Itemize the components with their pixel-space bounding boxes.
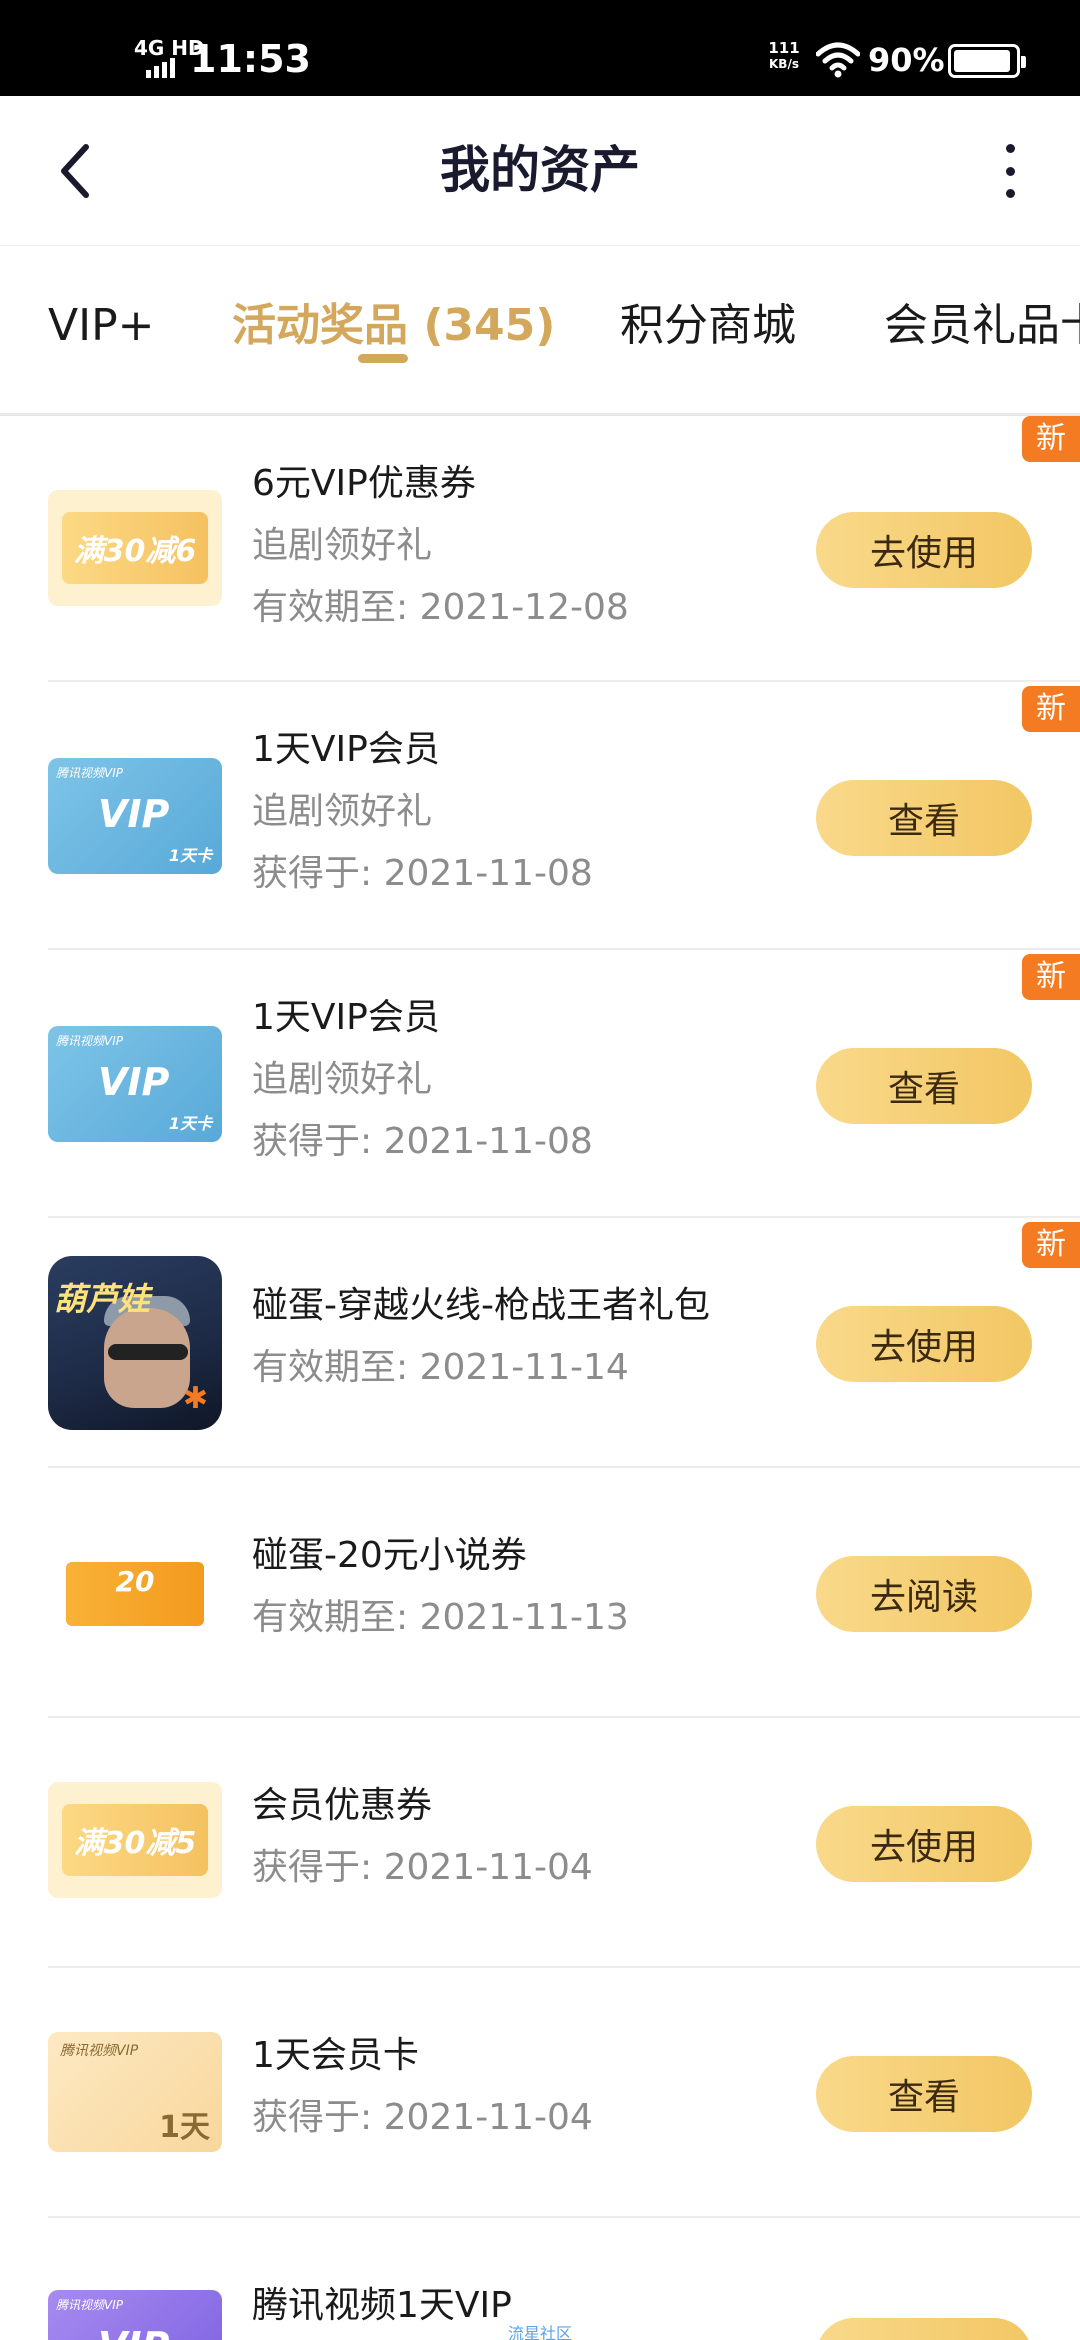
battery-icon: [948, 44, 1026, 78]
dot-icon: [1005, 189, 1015, 198]
star-icon: ✱: [182, 1381, 208, 1416]
battery-percent: 90%: [868, 41, 945, 79]
item-date: 获得于: 2021-11-04: [252, 1847, 593, 1888]
coupon-thumbnail: 满30减6: [48, 490, 222, 606]
vip-card-brand: 腾讯视频VIP: [56, 1034, 123, 1048]
item-date: 有效期至: 2021-12-08: [252, 587, 629, 628]
vip-card-brand: 腾讯视频VIP: [56, 766, 123, 780]
vip-card-label: VIP: [98, 792, 170, 836]
vip-card-duration: 1天卡: [168, 1114, 212, 1133]
view-button[interactable]: 查看: [816, 2056, 1032, 2132]
vip-card-label: VIP: [98, 1060, 170, 1104]
more-options-button[interactable]: [990, 140, 1030, 202]
list-item[interactable]: 新 腾讯视频VIP VIP 1天卡 1天VIP会员 追剧领好礼 获得于: 202…: [0, 682, 1080, 950]
game-gift-thumbnail: 葫芦娃 ✱: [48, 1256, 222, 1430]
tab-vip-plus[interactable]: VIP+: [48, 294, 154, 358]
dot-icon: [1005, 144, 1015, 153]
list-item[interactable]: 满30减5 会员优惠券 获得于: 2021-11-04 去使用: [0, 1718, 1080, 1968]
vip-card-thumbnail: 腾讯视频VIP VIP: [48, 2290, 222, 2340]
new-badge: 新: [1022, 954, 1080, 1000]
item-title: 1天VIP会员: [252, 997, 440, 1038]
list-item[interactable]: 20 碰蛋-20元小说券 有效期至: 2021-11-13 去阅读: [0, 1468, 1080, 1718]
item-title: 1天会员卡: [252, 2035, 419, 2076]
network-speed-unit: KB/s: [769, 57, 799, 71]
vip-card-brand: 腾讯视频VIP: [56, 2298, 123, 2312]
list-item[interactable]: 新 腾讯视频VIP VIP 1天卡 1天VIP会员 追剧领好礼 获得于: 202…: [0, 950, 1080, 1218]
item-title: 6元VIP优惠券: [252, 463, 476, 504]
item-date: 获得于: 2021-11-08: [252, 853, 593, 894]
view-button[interactable]: 查看: [816, 2318, 1032, 2340]
view-button[interactable]: 查看: [816, 1048, 1032, 1124]
view-button[interactable]: 查看: [816, 780, 1032, 856]
item-date: 获得于: 2021-11-08: [252, 1121, 593, 1162]
signal-icon: [146, 58, 175, 78]
new-badge: 新: [1022, 1222, 1080, 1268]
game-logo-text: 葫芦娃: [54, 1280, 151, 1318]
tab-bar: VIP+ 活动奖品 (345) 积分商城 会员礼品卡: [0, 246, 1080, 416]
status-bar: 4G HD 11:53 111 KB/s 90%: [0, 0, 1080, 96]
coupon-thumb-text: 满30减5: [62, 1804, 208, 1876]
item-title: 碰蛋-穿越火线-枪战王者礼包: [252, 1285, 710, 1326]
vip-card-thumbnail: 腾讯视频VIP VIP 1天卡: [48, 758, 222, 874]
vip-card-duration: 1天卡: [168, 846, 212, 865]
item-subtitle: 追剧领好礼: [252, 791, 433, 832]
tab-member-gift-card[interactable]: 会员礼品卡: [884, 294, 1080, 358]
wifi-icon: [816, 42, 860, 78]
new-badge: 新: [1022, 686, 1080, 732]
item-date: 有效期至: 2021-11-14: [252, 1347, 629, 1388]
watermark: 流星社区: [508, 2324, 573, 2340]
member-card-thumbnail: 腾讯视频VIP 1天: [48, 2032, 222, 2152]
tab-activity-prizes[interactable]: 活动奖品 (345): [232, 294, 555, 358]
member-card-brand: 腾讯视频VIP: [60, 2043, 139, 2059]
vip-card-label: VIP: [98, 2324, 169, 2340]
network-speed: 111 KB/s: [762, 40, 806, 72]
active-tab-indicator: [358, 354, 408, 363]
list-item[interactable]: 新 满30减6 6元VIP优惠券 追剧领好礼 有效期至: 2021-12-08 …: [0, 416, 1080, 682]
coupon-thumb-text: 满30减6: [62, 512, 208, 584]
coupon-thumbnail: 满30减5: [48, 1782, 222, 1898]
list-item[interactable]: 新 葫芦娃 ✱ 碰蛋-穿越火线-枪战王者礼包 有效期至: 2021-11-14 …: [0, 1218, 1080, 1468]
dot-icon: [1005, 166, 1015, 176]
member-card-duration: 1天: [159, 2110, 210, 2145]
use-button[interactable]: 去使用: [816, 1306, 1032, 1382]
vip-card-thumbnail: 腾讯视频VIP VIP 1天卡: [48, 1026, 222, 1142]
use-button[interactable]: 去使用: [816, 512, 1032, 588]
novel-coupon-thumbnail: 20: [48, 1534, 222, 1650]
clock: 11:53: [190, 37, 311, 81]
item-date: 有效期至: 2021-11-13: [252, 1597, 629, 1638]
read-button[interactable]: 去阅读: [816, 1556, 1032, 1632]
item-title: 会员优惠券: [252, 1785, 433, 1826]
novel-coupon-amount: 20: [115, 1565, 155, 1598]
item-title: 碰蛋-20元小说券: [252, 1535, 527, 1576]
item-date: 获得于: 2021-11-04: [252, 2097, 593, 2138]
list-item[interactable]: 腾讯视频VIP 1天 1天会员卡 获得于: 2021-11-04 查看: [0, 1968, 1080, 2218]
item-title: 腾讯视频1天VIP: [252, 2285, 512, 2326]
app-header: 我的资产: [0, 96, 1080, 246]
network-speed-value: 111: [768, 39, 800, 57]
use-button[interactable]: 去使用: [816, 1806, 1032, 1882]
new-badge: 新: [1022, 416, 1080, 462]
item-subtitle: 追剧领好礼: [252, 525, 433, 566]
tab-points-mall[interactable]: 积分商城: [620, 294, 796, 358]
item-subtitle: 追剧领好礼: [252, 1059, 433, 1100]
item-title: 1天VIP会员: [252, 729, 440, 770]
page-title: 我的资产: [440, 141, 640, 199]
